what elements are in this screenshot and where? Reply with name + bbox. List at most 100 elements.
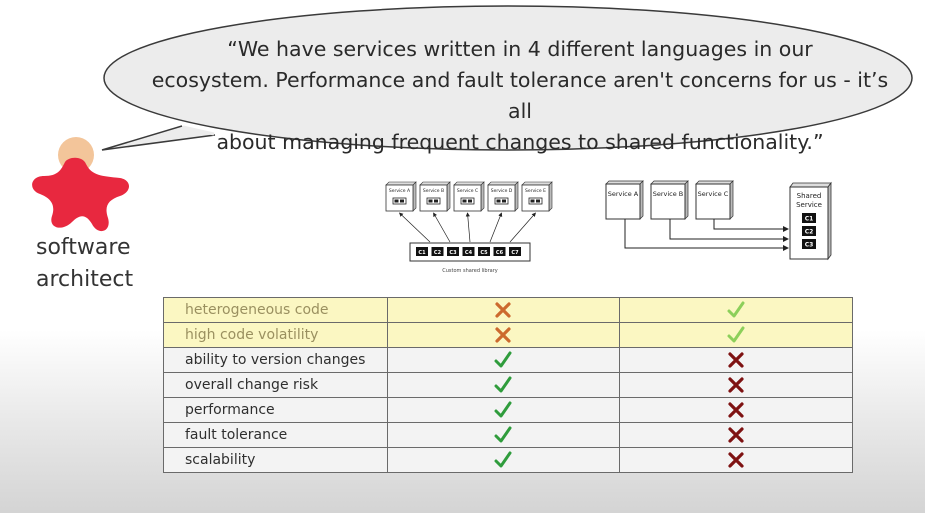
left-rating-cell [386,297,621,323]
shared-service-title: Shared [797,192,822,200]
component-chip: C3 [802,239,816,249]
check-icon [494,401,512,418]
right-rating-cell [619,372,853,398]
left-rating-cell [386,397,621,423]
star-person-icon [32,157,129,232]
left-rating-cell [386,347,621,373]
service-box: Service C [695,180,734,220]
cross-icon [728,377,744,393]
table-row: ability to version changes [163,347,853,373]
role-label: software architect [36,232,133,296]
component-label: C7 [511,250,519,256]
quote-line: about managing frequent changes to share… [216,130,824,154]
component-label: C2 [805,229,814,236]
table-row: heterogeneous code [163,297,853,323]
service-label: Service A [389,188,411,194]
service-box: Service B [650,180,689,220]
table-row: performance [163,397,853,423]
check-icon [494,351,512,368]
role-line: software [36,235,131,260]
left-rating-cell [386,447,621,473]
component-label: C1 [805,216,814,223]
right-rating-cell [619,447,853,473]
check-icon [727,301,745,318]
component-label: C3 [805,242,814,249]
component-label: C4 [465,250,473,256]
check-icon [727,326,745,343]
arrow [509,212,536,243]
component-chip: C4 [462,247,475,256]
arrow [465,212,471,243]
left-rating-cell [386,372,621,398]
check-icon [494,376,512,393]
right-rating-cell [619,347,853,373]
left-rating-cell [386,322,621,348]
table-row: high code volatility [163,322,853,348]
cross-icon [728,352,744,368]
criterion-label: fault tolerance [163,422,388,448]
table-row: fault tolerance [163,422,853,448]
component-chip: C3 [447,247,459,256]
arrow [624,219,789,251]
component-chip: C1 [416,247,428,256]
criterion-label: scalability [163,447,388,473]
library-label: Custom shared library [442,268,497,274]
quote-text: “We have services written in 4 different… [150,34,890,158]
cross-icon [728,452,744,468]
quote-line: ecosystem. Performance and fault toleran… [151,68,889,123]
service-label: Service C [698,190,729,198]
arrow [433,212,451,243]
component-chip: C1 [802,213,816,223]
criterion-label: heterogeneous code [163,297,388,323]
left-rating-cell [386,422,621,448]
table-row: overall change risk [163,372,853,398]
component-chip: C5 [478,247,490,256]
criterion-label: high code volatility [163,322,388,348]
service-box: Service B [419,181,451,212]
service-box: Service A [605,180,644,220]
service-label: Service B [653,190,684,198]
component-chip: C2 [802,226,816,236]
arrow [398,212,431,243]
right-rating-cell [619,322,853,348]
comparison-table: heterogeneous code high code volatility ab… [163,297,853,473]
service-box: Service D [487,181,519,212]
avatar [32,137,129,232]
quote-line: “We have services written in 4 different… [227,37,813,61]
component-label: C1 [418,250,426,256]
service-box: Service A [385,181,417,212]
component-label: C2 [434,250,442,256]
shared-service-diagram: Service A Service B Service C Shared Servi… [605,180,832,261]
component-label: C3 [449,250,457,256]
service-label: Service E [525,188,546,194]
shared-library-diagram: Service A Service B Service C Service D Serv… [385,181,553,274]
arrow [489,212,503,243]
service-label: Service D [491,188,513,194]
component-label: C5 [480,250,488,256]
shared-service-title: Service [796,201,822,209]
check-icon [494,426,512,443]
criterion-label: overall change risk [163,372,388,398]
service-box: Service C [453,181,485,212]
criterion-label: ability to version changes [163,347,388,373]
component-label: C6 [496,250,504,256]
role-line: architect [36,267,134,292]
criterion-label: performance [163,397,388,423]
arrow [713,219,789,232]
service-label: Service B [423,188,444,194]
component-chip: C6 [493,247,506,256]
cross-icon [495,327,512,343]
cross-icon [495,302,512,318]
service-box: Service E [521,181,553,212]
component-chip: C2 [431,247,444,256]
right-rating-cell [619,422,853,448]
service-label: Service C [457,188,478,194]
service-label: Service A [608,190,639,198]
cross-icon [728,402,744,418]
right-rating-cell [619,397,853,423]
table-row: scalability [163,447,853,473]
cross-icon [728,427,744,443]
component-chip: C7 [509,247,521,256]
check-icon [494,451,512,468]
right-rating-cell [619,297,853,323]
